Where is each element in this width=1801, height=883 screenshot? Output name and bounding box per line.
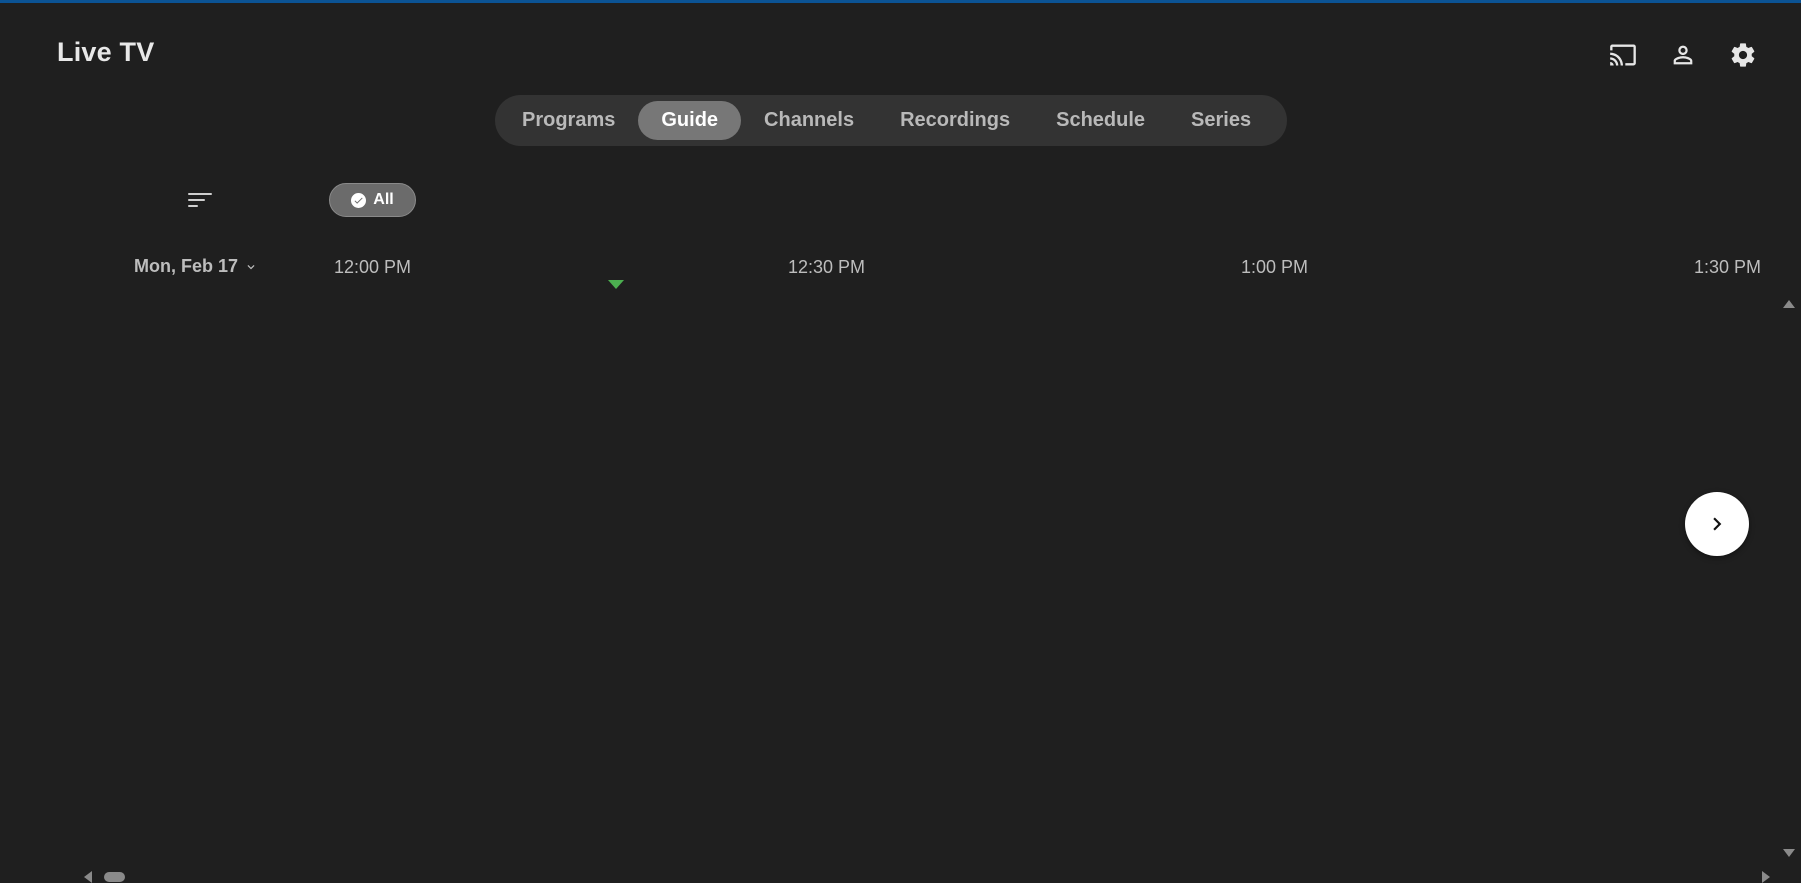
tab-recordings[interactable]: Recordings [877,101,1033,140]
date-selector[interactable]: Mon, Feb 17 [134,256,258,277]
scroll-down-arrow[interactable] [1783,849,1795,857]
horizontal-scrollbar-thumb[interactable] [104,872,125,882]
tab-channels[interactable]: Channels [741,101,877,140]
next-page-button[interactable] [1685,492,1749,556]
live-tv-app: Live TV Programs Guide Channels Recordin… [0,0,1801,883]
sort-icon[interactable] [185,187,215,213]
header-actions [1607,39,1759,71]
scroll-left-arrow[interactable] [84,871,92,883]
filter-chip-all[interactable]: All [329,183,416,217]
time-slot-label: 1:00 PM [1241,257,1309,277]
tab-schedule[interactable]: Schedule [1033,101,1168,140]
filter-chip-label: All [373,191,394,208]
main-tabbar: Programs Guide Channels Recordings Sched… [495,95,1287,146]
tab-guide[interactable]: Guide [638,101,742,140]
user-icon[interactable] [1667,39,1699,71]
chevron-right-icon [1713,517,1722,531]
time-slot-label: 12:00 PM [334,257,412,277]
check-circle-icon [351,192,367,208]
tab-programs[interactable]: Programs [499,101,638,140]
scroll-up-arrow[interactable] [1783,300,1795,308]
chevron-down-icon [247,264,255,269]
time-slot-label: 12:30 PM [788,257,866,277]
current-time-marker [608,280,624,289]
cast-icon[interactable] [1607,39,1639,71]
tab-series[interactable]: Series [1168,101,1274,140]
settings-icon[interactable] [1727,39,1759,71]
time-slot-label: 1:30 PM [1694,257,1762,277]
date-label: Mon, Feb 17 [134,256,239,276]
scroll-right-arrow[interactable] [1762,871,1770,883]
page-title: Live TV [57,37,155,67]
